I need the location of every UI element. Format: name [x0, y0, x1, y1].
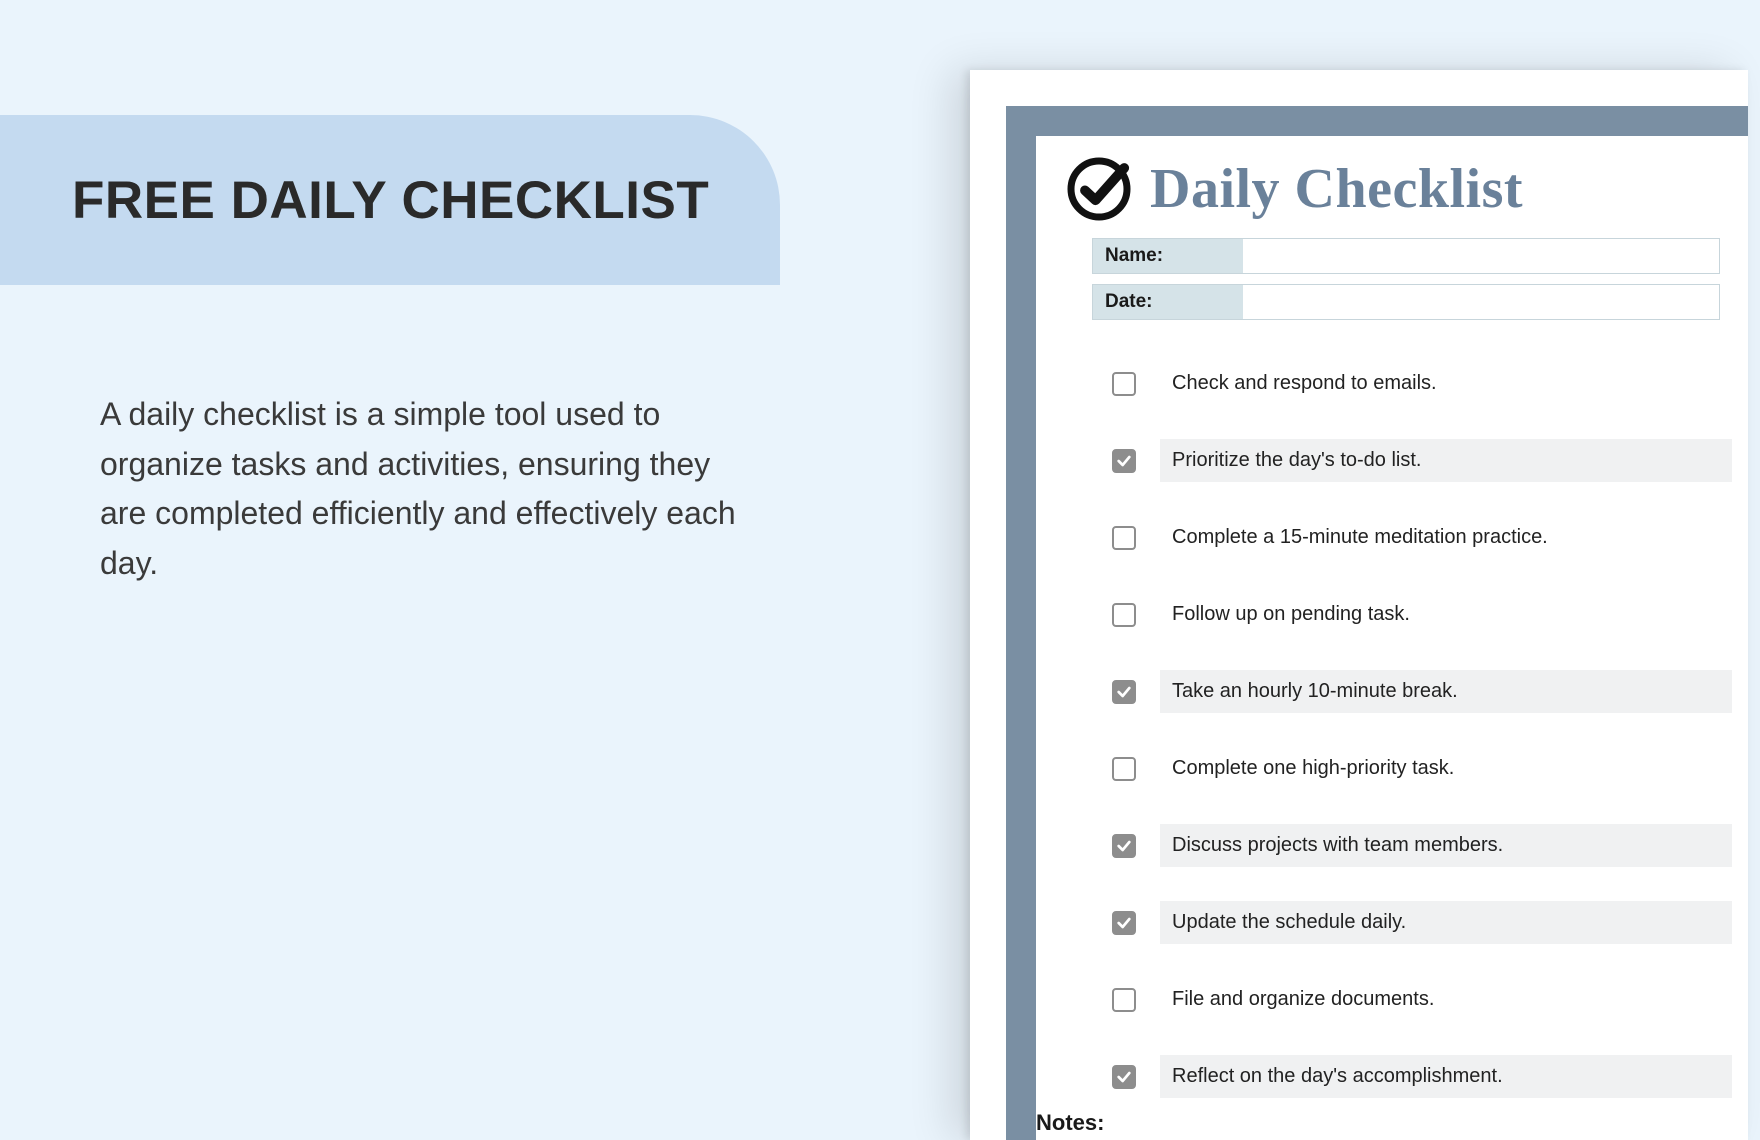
checklist-item-text: Update the schedule daily.: [1160, 901, 1732, 944]
banner-title: FREE DAILY CHECKLIST: [72, 170, 709, 231]
checklist-item: Reflect on the day's accomplishment.: [1064, 1045, 1740, 1108]
checklist-item: Complete a 15-minute meditation practice…: [1064, 506, 1740, 569]
template-page: Daily Checklist Name: Date: Check and re…: [1036, 136, 1748, 1140]
checklist-item: Discuss projects with team members.: [1064, 814, 1740, 877]
name-label: Name:: [1093, 239, 1243, 273]
checkbox[interactable]: [1112, 911, 1136, 935]
checkbox[interactable]: [1112, 834, 1136, 858]
checkbox[interactable]: [1112, 1065, 1136, 1089]
checkbox[interactable]: [1112, 526, 1136, 550]
checklist-item-text: File and organize documents.: [1160, 978, 1732, 1021]
checklist-item-text: Complete a 15-minute meditation practice…: [1160, 516, 1732, 559]
template-preview: Daily Checklist Name: Date: Check and re…: [970, 70, 1748, 1140]
checkbox[interactable]: [1112, 988, 1136, 1012]
template-border: Daily Checklist Name: Date: Check and re…: [1006, 106, 1748, 1140]
checkbox[interactable]: [1112, 757, 1136, 781]
date-input[interactable]: [1243, 285, 1719, 319]
checklist-item: Take an hourly 10-minute break.: [1064, 660, 1740, 723]
name-input[interactable]: [1243, 239, 1719, 273]
date-field-row: Date:: [1092, 284, 1720, 320]
checklist-item-text: Prioritize the day's to-do list.: [1160, 439, 1732, 482]
checkmark-circle-icon: [1064, 154, 1134, 224]
checklist-item: Prioritize the day's to-do list.: [1064, 429, 1740, 492]
checklist-item: Complete one high-priority task.: [1064, 737, 1740, 800]
checkbox[interactable]: [1112, 603, 1136, 627]
checkbox[interactable]: [1112, 449, 1136, 473]
checklist-item: File and organize documents.: [1064, 968, 1740, 1031]
notes-label: Notes:: [1036, 1110, 1104, 1136]
checklist-item-text: Complete one high-priority task.: [1160, 747, 1732, 790]
document-header: Daily Checklist: [1064, 154, 1748, 224]
checkbox[interactable]: [1112, 372, 1136, 396]
checklist-item: Follow up on pending task.: [1064, 583, 1740, 646]
banner: FREE DAILY CHECKLIST: [0, 115, 780, 285]
checkbox[interactable]: [1112, 680, 1136, 704]
checklist-item-text: Take an hourly 10-minute break.: [1160, 670, 1732, 713]
date-label: Date:: [1093, 285, 1243, 319]
checklist-item-text: Discuss projects with team members.: [1160, 824, 1732, 867]
checklist-item-text: Follow up on pending task.: [1160, 593, 1732, 636]
checklist-item-text: Reflect on the day's accomplishment.: [1160, 1055, 1732, 1098]
checklist-item: Update the schedule daily.: [1064, 891, 1740, 954]
checklist-item-text: Check and respond to emails.: [1160, 362, 1732, 405]
description-text: A daily checklist is a simple tool used …: [100, 390, 740, 588]
document-title: Daily Checklist: [1150, 157, 1523, 221]
checklist-items: Check and respond to emails. Prioritize t…: [1064, 352, 1748, 1108]
name-field-row: Name:: [1092, 238, 1720, 274]
checklist-item: Check and respond to emails.: [1064, 352, 1740, 415]
